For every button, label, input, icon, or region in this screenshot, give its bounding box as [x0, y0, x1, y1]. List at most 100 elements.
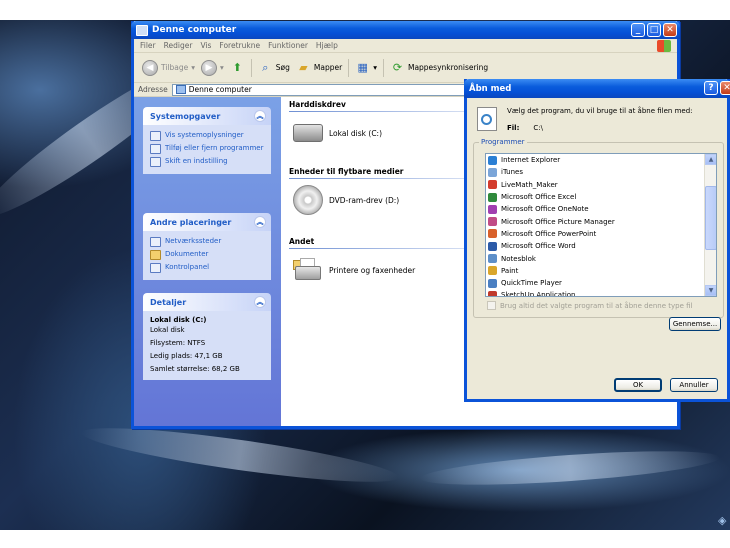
program-icon	[488, 266, 497, 276]
address-value: Denne computer	[188, 85, 252, 94]
details-panel: Detaljer ︽ Lokal disk (C:) Lokal disk Fi…	[143, 293, 271, 380]
browse-button[interactable]: Gennemse...	[669, 317, 721, 331]
dialog-file-row: Fil: C:\	[507, 124, 543, 132]
computer-icon	[175, 85, 186, 94]
views-button[interactable]: ▦ ▾	[355, 60, 377, 75]
back-button[interactable]: ◀ Tilbage ▾	[142, 59, 196, 76]
program-label: QuickTime Player	[501, 279, 562, 288]
program-item[interactable]: Notesblok	[486, 252, 716, 264]
collapse-icon[interactable]: ︽	[254, 296, 266, 308]
task-system-info[interactable]: Vis systemoplysninger	[150, 131, 264, 141]
forward-button[interactable]: ▶ ▾	[201, 59, 224, 76]
program-icon	[488, 229, 497, 239]
tray-icon[interactable]: ◈	[718, 514, 730, 527]
screen-border-bottom	[0, 530, 730, 548]
task-add-remove-programs[interactable]: Tilføj eller fjern programmer	[150, 144, 264, 154]
back-arrow-icon: ◀	[142, 59, 158, 76]
program-label: SketchUp Application	[501, 291, 576, 297]
checkbox-box	[487, 301, 496, 310]
help-button[interactable]: ?	[704, 81, 718, 95]
program-label: iTunes	[501, 168, 523, 177]
chevron-down-icon: ▾	[191, 63, 196, 72]
explorer-title: Denne computer	[152, 25, 237, 35]
address-label: Adresse	[138, 85, 168, 94]
folder-icon: ▰	[299, 61, 308, 74]
drive-c[interactable]: Lokal disk (C:)	[293, 124, 382, 142]
program-item[interactable]: Microsoft Office OneNote	[486, 203, 716, 215]
explorer-titlebar[interactable]: Denne computer _ □ ✕	[131, 21, 680, 39]
program-label: Microsoft Office Excel	[501, 193, 577, 202]
panel-header[interactable]: Detaljer ︽	[143, 293, 271, 311]
cancel-button[interactable]: Annuller	[670, 378, 718, 392]
program-item[interactable]: LiveMath_Maker	[486, 179, 716, 191]
program-icon	[488, 278, 497, 288]
open-with-dialog: Åbn med ? ✕ Vælg det program, du vil bru…	[464, 79, 730, 402]
panel-header[interactable]: Systemopgaver ︽	[143, 107, 271, 125]
views-icon: ▦	[357, 61, 368, 74]
forward-arrow-icon: ▶	[201, 59, 218, 76]
drive-d[interactable]: DVD-ram-drev (D:)	[293, 185, 399, 215]
folder-sync-button[interactable]: ⟳ Mappesynkronisering	[390, 60, 488, 75]
program-item[interactable]: Microsoft Office PowerPoint	[486, 228, 716, 240]
printers-and-faxes[interactable]: Printere og faxenheder	[293, 258, 415, 282]
control-panel-icon	[150, 263, 161, 273]
toolbar-separator	[250, 58, 252, 77]
search-button[interactable]: ⌕ Søg	[258, 60, 290, 75]
dialog-close-button[interactable]: ✕	[720, 81, 730, 95]
programs-icon	[150, 144, 161, 154]
dialog-title: Åbn med	[469, 83, 512, 94]
program-label: Microsoft Office OneNote	[501, 205, 589, 214]
place-network[interactable]: Netværkssteder	[150, 237, 264, 247]
open-with-icon	[477, 107, 497, 131]
scroll-down-button[interactable]: ▼	[705, 285, 716, 296]
detail-total-size: Samlet størrelse: 68,2 GB	[150, 365, 240, 373]
program-icon	[488, 217, 497, 227]
windows-logo-icon	[657, 40, 671, 52]
programs-label: Programmer	[479, 138, 527, 146]
program-item[interactable]: Microsoft Office Excel	[486, 191, 716, 203]
program-item[interactable]: SketchUp Application	[486, 289, 716, 297]
file-value: C:\	[533, 124, 543, 132]
program-label: Microsoft Office PowerPoint	[501, 229, 597, 238]
dialog-titlebar[interactable]: Åbn med ? ✕	[464, 79, 730, 98]
collapse-icon[interactable]: ︽	[254, 110, 266, 122]
scroll-up-button[interactable]: ▲	[705, 154, 716, 165]
menu-tools[interactable]: Funktioner	[268, 41, 308, 50]
place-control-panel[interactable]: Kontrolpanel	[150, 263, 264, 273]
program-item[interactable]: iTunes	[486, 166, 716, 178]
dialog-prompt: Vælg det program, du vil bruge til at åb…	[507, 107, 693, 115]
minimize-button[interactable]: _	[631, 23, 645, 37]
dvd-drive-icon	[293, 185, 323, 215]
program-label: Notesblok	[501, 254, 536, 263]
place-documents[interactable]: Dokumenter	[150, 250, 264, 260]
program-item[interactable]: Internet Explorer	[486, 154, 716, 166]
list-scrollbar[interactable]: ▲ ▼	[704, 154, 716, 296]
menu-favorites[interactable]: Foretrukne	[219, 41, 260, 50]
search-icon: ⌕	[262, 60, 269, 74]
ok-button[interactable]: OK	[614, 378, 662, 392]
printer-icon	[293, 258, 323, 282]
close-button[interactable]: ✕	[663, 23, 677, 37]
program-item[interactable]: QuickTime Player	[486, 277, 716, 289]
menu-help[interactable]: Hjælp	[316, 41, 338, 50]
menu-edit[interactable]: Rediger	[164, 41, 193, 50]
system-tasks-panel: Systemopgaver ︽ Vis systemoplysninger Ti…	[143, 107, 271, 174]
collapse-icon[interactable]: ︽	[254, 216, 266, 228]
detail-filesystem: Filsystem: NTFS	[150, 339, 206, 347]
menu-file[interactable]: Filer	[140, 41, 156, 50]
always-use-checkbox[interactable]: Brug altid det valgte program til at åbn…	[487, 301, 693, 310]
panel-header[interactable]: Andre placeringer ︽	[143, 213, 271, 231]
maximize-button[interactable]: □	[647, 23, 661, 37]
up-folder-icon[interactable]: ⬆	[230, 60, 245, 75]
task-change-setting[interactable]: Skift en indstilling	[150, 157, 264, 167]
folders-button[interactable]: ▰ Mapper	[296, 60, 342, 75]
program-item[interactable]: Microsoft Office Word	[486, 240, 716, 252]
chevron-down-icon: ▾	[373, 63, 377, 72]
scroll-thumb[interactable]	[705, 186, 716, 250]
menu-view[interactable]: Vis	[200, 41, 211, 50]
program-item[interactable]: Paint	[486, 265, 716, 277]
program-label: Microsoft Office Word	[501, 242, 576, 251]
programs-list[interactable]: Internet Explorer iTunes LiveMath_Maker Mic…	[485, 153, 717, 297]
program-label: LiveMath_Maker	[501, 180, 558, 189]
program-item[interactable]: Microsoft Office Picture Manager	[486, 215, 716, 227]
